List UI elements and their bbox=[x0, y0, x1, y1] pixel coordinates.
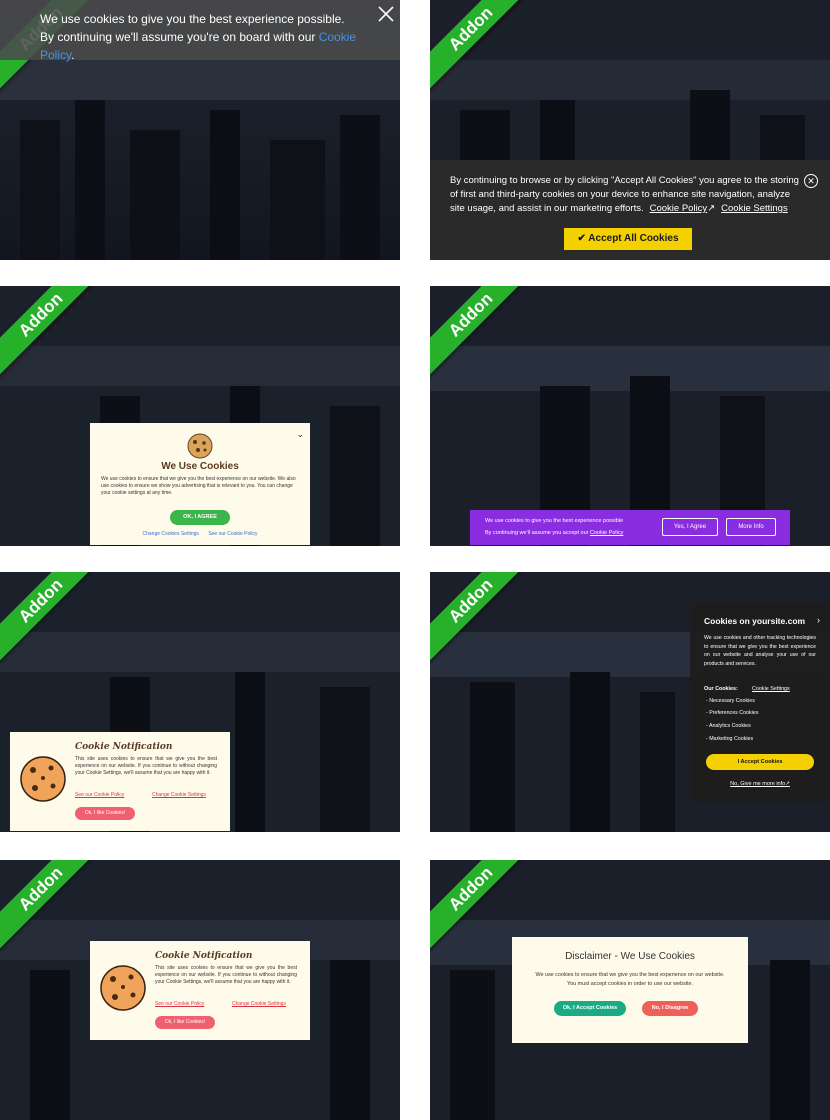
cookie-banner: We use cookies to give you the best expe… bbox=[0, 0, 400, 62]
notification-description: This site uses cookies to ensure that we… bbox=[75, 756, 217, 776]
notification-description: This site uses cookies to ensure that we… bbox=[155, 965, 297, 985]
disclaimer-dialog: Disclaimer - We Use Cookies We use cooki… bbox=[512, 937, 748, 1043]
cookie-policy-link[interactable]: Cookie Policy bbox=[650, 203, 708, 214]
cookie-icon bbox=[187, 433, 213, 459]
our-cookies-label: Our Cookies: bbox=[704, 686, 738, 692]
city-night-background bbox=[430, 286, 830, 546]
disagree-button[interactable]: No, I Disagree bbox=[642, 1001, 698, 1016]
yes-agree-button[interactable]: Yes, I Agree bbox=[662, 518, 718, 536]
external-link-icon: ↗ bbox=[785, 781, 790, 787]
cookie-policy-link[interactable]: See our Cookie Policy bbox=[208, 531, 257, 537]
more-info-button[interactable]: More Info bbox=[726, 518, 776, 536]
decline-link[interactable]: No, Give me more info↗ bbox=[690, 781, 830, 787]
cookie-policy-link[interactable]: See our Cookie Policy bbox=[75, 792, 124, 798]
cookie-icon bbox=[100, 965, 146, 1011]
cookie-notification: Cookie Notification This site uses cooki… bbox=[10, 732, 230, 831]
accept-cookies-button[interactable]: Ok, I Accept Cookies bbox=[554, 1001, 626, 1016]
cookie-bar-line1: We use cookies to give you the best expe… bbox=[485, 518, 624, 524]
demo-tile-1: Addon We use cookies to give you the bes… bbox=[0, 0, 400, 260]
dialog-links: Change Cookies Settings See our Cookie P… bbox=[90, 531, 310, 537]
notification-title: Cookie Notification bbox=[155, 951, 253, 961]
accept-all-cookies-button[interactable]: ✔ Accept All Cookies bbox=[564, 228, 692, 250]
close-icon[interactable]: ✕ bbox=[804, 174, 818, 188]
notification-title: Cookie Notification bbox=[75, 742, 173, 752]
demo-tile-7: Addon Cookie Notification This site uses… bbox=[0, 860, 400, 1120]
cookie-banner-text: By continuing to browse or by clicking "… bbox=[450, 175, 799, 214]
cookie-settings-link[interactable]: Cookie Settings bbox=[752, 686, 790, 692]
cookie-type-item: - Marketing Cookies bbox=[706, 736, 754, 742]
demo-tile-3: Addon ⌄ We Use Cookies We use cookies to… bbox=[0, 286, 400, 546]
cookie-settings-link[interactable]: Cookie Settings bbox=[721, 203, 788, 214]
close-icon[interactable] bbox=[378, 6, 394, 22]
panel-heading: Cookies on yoursite.com bbox=[704, 616, 806, 626]
cookie-bar-line2: By continuing we'll assume you accept ou… bbox=[485, 530, 624, 536]
check-icon: ✔ bbox=[577, 233, 586, 244]
cookie-dialog: ⌄ We Use Cookies We use cookies to ensur… bbox=[90, 423, 310, 545]
accept-cookies-button[interactable]: I Accept Cookies bbox=[706, 754, 814, 770]
dialog-description: We use cookies to ensure that we give yo… bbox=[101, 476, 296, 496]
cookie-banner: By continuing to browse or by clicking "… bbox=[430, 160, 830, 260]
external-link-icon: ↗ bbox=[707, 203, 716, 214]
like-cookies-button[interactable]: Ok, I like Cookies! bbox=[155, 1016, 215, 1029]
demo-tile-2: Addon By continuing to browse or by clic… bbox=[430, 0, 830, 260]
cookie-panel: Cookies on yoursite.com › We use cookies… bbox=[690, 602, 830, 802]
change-settings-link[interactable]: Change Cookies Settings bbox=[142, 531, 198, 537]
cookie-banner-text: We use cookies to give you the best expe… bbox=[40, 12, 357, 62]
demo-tile-5: Addon Cookie Notification This site uses… bbox=[0, 572, 400, 832]
panel-description: We use cookies and other tracking techno… bbox=[704, 635, 816, 667]
cookie-icon bbox=[20, 756, 66, 802]
cookie-type-item: - Necessary Cookies bbox=[706, 698, 755, 704]
agree-button[interactable]: OK, I AGREE bbox=[170, 510, 230, 525]
dialog-title: We Use Cookies bbox=[161, 461, 239, 472]
cookie-policy-link[interactable]: See our Cookie Policy bbox=[155, 1001, 204, 1007]
dialog-description: We use cookies to ensure that we give yo… bbox=[535, 972, 725, 987]
change-settings-link[interactable]: Change Cookie Settings bbox=[152, 792, 206, 798]
cookie-notification: Cookie Notification This site uses cooki… bbox=[90, 941, 310, 1040]
dialog-title: Disclaimer - We Use Cookies bbox=[565, 951, 695, 962]
cookie-type-item: - Preferences Cookies bbox=[706, 710, 759, 716]
chevron-down-icon[interactable]: ⌄ bbox=[296, 429, 304, 440]
change-settings-link[interactable]: Change Cookie Settings bbox=[232, 1001, 286, 1007]
chevron-right-icon[interactable]: › bbox=[817, 615, 820, 625]
demo-tile-4: Addon We use cookies to give you the bes… bbox=[430, 286, 830, 546]
demo-tile-6: Addon Cookies on yoursite.com › We use c… bbox=[430, 572, 830, 832]
cookie-type-item: - Analytics Cookies bbox=[706, 723, 751, 729]
cookie-bar: We use cookies to give you the best expe… bbox=[470, 510, 790, 545]
cookie-policy-link[interactable]: Cookie Policy bbox=[590, 530, 623, 536]
demo-tile-8: Addon Disclaimer - We Use Cookies We use… bbox=[430, 860, 830, 1120]
like-cookies-button[interactable]: Ok, I like Cookies! bbox=[75, 807, 135, 820]
